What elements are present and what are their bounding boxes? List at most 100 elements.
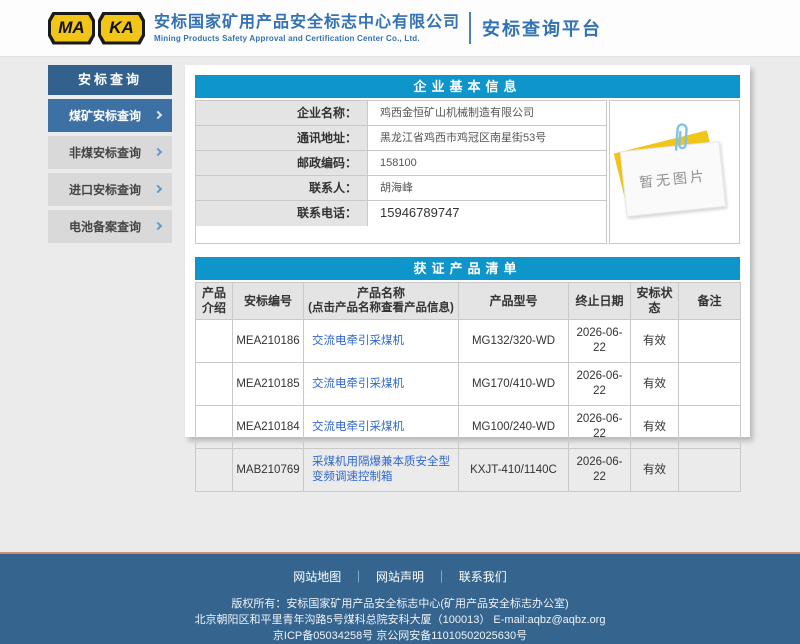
cert-no-cell: MAB210769 — [233, 449, 304, 492]
table-row: MAB210769 采煤机用隔爆兼本质安全型变频调速控制箱 KXJT-410/1… — [196, 449, 741, 492]
sidebar-item-coal-query[interactable]: 煤矿安标查询 — [48, 99, 172, 132]
model-cell: KXJT-410/1140C — [459, 449, 569, 492]
org-name-en: Mining Products Safety Approval and Cert… — [154, 33, 460, 44]
model-cell: MG132/320-WD — [459, 320, 569, 363]
end-date-cell: 2026-06-22 — [569, 449, 631, 492]
col-header-intro: 产品介绍 — [196, 283, 233, 320]
org-name-block: 安标国家矿用产品安全标志中心有限公司 Mining Products Safet… — [154, 13, 460, 44]
table-row: MEA210185 交流电牵引采煤机 MG170/410-WD 2026-06-… — [196, 363, 741, 406]
phone-value: 15946789747 — [368, 201, 606, 226]
platform-title: 安标查询平台 — [482, 15, 602, 41]
end-date-cell: 2026-06-22 — [569, 406, 631, 449]
product-name-cell: 交流电牵引采煤机 — [304, 320, 459, 363]
product-name-link[interactable]: 采煤机用隔爆兼本质安全型变频调速控制箱 — [312, 456, 450, 483]
sidebar-item-battery-query[interactable]: 电池备案查询 — [48, 210, 172, 243]
product-intro-cell — [196, 363, 233, 406]
footer-link-separator: ｜ — [353, 570, 365, 584]
sidebar: 安标查询 煤矿安标查询 非煤安标查询 进口安标查询 电池备案查询 — [48, 65, 172, 243]
table-row: 通讯地址： 黑龙江省鸡西市鸡冠区南星街53号 — [196, 126, 606, 151]
table-row: MEA210184 交流电牵引采煤机 MG100/240-WD 2026-06-… — [196, 406, 741, 449]
table-row: 联系电话： 15946789747 — [196, 201, 606, 226]
col-header-name-line1: 产品名称 — [306, 286, 456, 301]
table-row: 邮政编码： 158100 — [196, 151, 606, 176]
logo-badge-ma-text: MA — [51, 15, 92, 42]
cert-no-cell: MEA210185 — [233, 363, 304, 406]
chevron-right-icon — [154, 148, 162, 156]
org-name-cn: 安标国家矿用产品安全标志中心有限公司 — [154, 13, 460, 33]
logo-badge-ka-icon: KA — [98, 12, 145, 45]
top-header: MA KA 安标国家矿用产品安全标志中心有限公司 Mining Products… — [0, 0, 800, 57]
copyright-line-1: 版权所有：安标国家矿用产品安全标志中心(矿用产品安全标志办公室) — [0, 596, 800, 612]
col-header-name: 产品名称 (点击产品名称查看产品信息) — [304, 283, 459, 320]
sidebar-item-noncoal-query[interactable]: 非煤安标查询 — [48, 136, 172, 169]
logo-badge-ma-icon: MA — [48, 12, 95, 45]
cert-no-cell: MEA210186 — [233, 320, 304, 363]
sidebar-item-label: 电池备案查询 — [69, 218, 141, 235]
product-intro-cell — [196, 449, 233, 492]
postcode-value: 158100 — [368, 151, 606, 175]
phone-label: 联系电话： — [196, 201, 368, 226]
status-cell: 有效 — [631, 449, 679, 492]
col-header-status: 安标状态 — [631, 283, 679, 320]
header-divider — [469, 12, 471, 44]
model-cell: MG100/240-WD — [459, 406, 569, 449]
remark-cell — [679, 406, 741, 449]
main-panel: 企业基本信息 企业名称： 鸡西金恒矿山机械制造有限公司 通讯地址： 黑龙江省鸡西… — [185, 65, 750, 437]
footer-copyright: 版权所有：安标国家矿用产品安全标志中心(矿用产品安全标志办公室) 北京朝阳区和平… — [0, 596, 800, 644]
footer-link-separator: ｜ — [435, 570, 447, 584]
paperclip-icon — [671, 120, 691, 153]
product-section: 获证产品清单 产品介绍 安标编号 产品名称 (点击产品名称查看产品信息) 产品型… — [195, 257, 740, 492]
product-name-cell: 交流电牵引采煤机 — [304, 406, 459, 449]
footer: 网站地图 ｜ 网站声明 ｜ 联系我们 版权所有：安标国家矿用产品安全标志中心(矿… — [0, 554, 800, 644]
product-table: 产品介绍 安标编号 产品名称 (点击产品名称查看产品信息) 产品型号 终止日期 … — [195, 282, 741, 492]
product-name-link[interactable]: 交流电牵引采煤机 — [312, 335, 404, 347]
table-header-row: 产品介绍 安标编号 产品名称 (点击产品名称查看产品信息) 产品型号 终止日期 … — [196, 283, 741, 320]
end-date-cell: 2026-06-22 — [569, 363, 631, 406]
company-photo-placeholder: 暂无图片 — [609, 100, 740, 244]
table-row: 联系人： 胡海峰 — [196, 176, 606, 201]
col-header-remark: 备注 — [679, 283, 741, 320]
footer-link-statement[interactable]: 网站声明 — [376, 570, 424, 584]
contact-label: 联系人： — [196, 176, 368, 200]
cert-no-cell: MEA210184 — [233, 406, 304, 449]
copyright-line-2: 北京朝阳区和平里青年沟路5号煤科总院安科大厦（100013） E-mail:aq… — [0, 612, 800, 628]
address-value: 黑龙江省鸡西市鸡冠区南星街53号 — [368, 126, 606, 150]
sidebar-item-label: 非煤安标查询 — [69, 144, 141, 161]
maka-logo: MA KA — [48, 12, 145, 45]
table-row: MEA210186 交流电牵引采煤机 MG132/320-WD 2026-06-… — [196, 320, 741, 363]
contact-value: 胡海峰 — [368, 176, 606, 200]
company-name-value: 鸡西金恒矿山机械制造有限公司 — [368, 101, 606, 125]
end-date-cell: 2026-06-22 — [569, 320, 631, 363]
sidebar-item-import-query[interactable]: 进口安标查询 — [48, 173, 172, 206]
col-header-name-line2: (点击产品名称查看产品信息) — [306, 301, 456, 316]
enterprise-info-table: 企业名称： 鸡西金恒矿山机械制造有限公司 通讯地址： 黑龙江省鸡西市鸡冠区南星街… — [195, 100, 607, 244]
remark-cell — [679, 320, 741, 363]
col-header-end-date: 终止日期 — [569, 283, 631, 320]
product-intro-cell — [196, 406, 233, 449]
company-name-label: 企业名称： — [196, 101, 368, 125]
postcode-label: 邮政编码： — [196, 151, 368, 175]
status-cell: 有效 — [631, 320, 679, 363]
product-intro-cell — [196, 320, 233, 363]
sidebar-item-label: 煤矿安标查询 — [69, 107, 141, 124]
status-cell: 有效 — [631, 406, 679, 449]
table-row: 企业名称： 鸡西金恒矿山机械制造有限公司 — [196, 101, 606, 126]
product-name-link[interactable]: 交流电牵引采煤机 — [312, 378, 404, 390]
product-name-cell: 交流电牵引采煤机 — [304, 363, 459, 406]
chevron-right-icon — [154, 185, 162, 193]
col-header-cert-no: 安标编号 — [233, 283, 304, 320]
address-label: 通讯地址： — [196, 126, 368, 150]
col-header-model: 产品型号 — [459, 283, 569, 320]
enterprise-info-area: 企业名称： 鸡西金恒矿山机械制造有限公司 通讯地址： 黑龙江省鸡西市鸡冠区南星街… — [195, 100, 740, 244]
chevron-right-icon — [154, 111, 162, 119]
logo-badge-ka-text: KA — [101, 15, 142, 42]
sidebar-item-label: 进口安标查询 — [69, 181, 141, 198]
sidebar-title: 安标查询 — [48, 65, 172, 95]
chevron-right-icon — [154, 222, 162, 230]
footer-link-sitemap[interactable]: 网站地图 — [293, 570, 341, 584]
copyright-line-3: 京ICP备05034258号 京公网安备11010502025630号 — [0, 628, 800, 644]
enterprise-section-title: 企业基本信息 — [195, 75, 740, 98]
product-name-link[interactable]: 交流电牵引采煤机 — [312, 421, 404, 433]
remark-cell — [679, 363, 741, 406]
footer-link-contact[interactable]: 联系我们 — [459, 570, 507, 584]
